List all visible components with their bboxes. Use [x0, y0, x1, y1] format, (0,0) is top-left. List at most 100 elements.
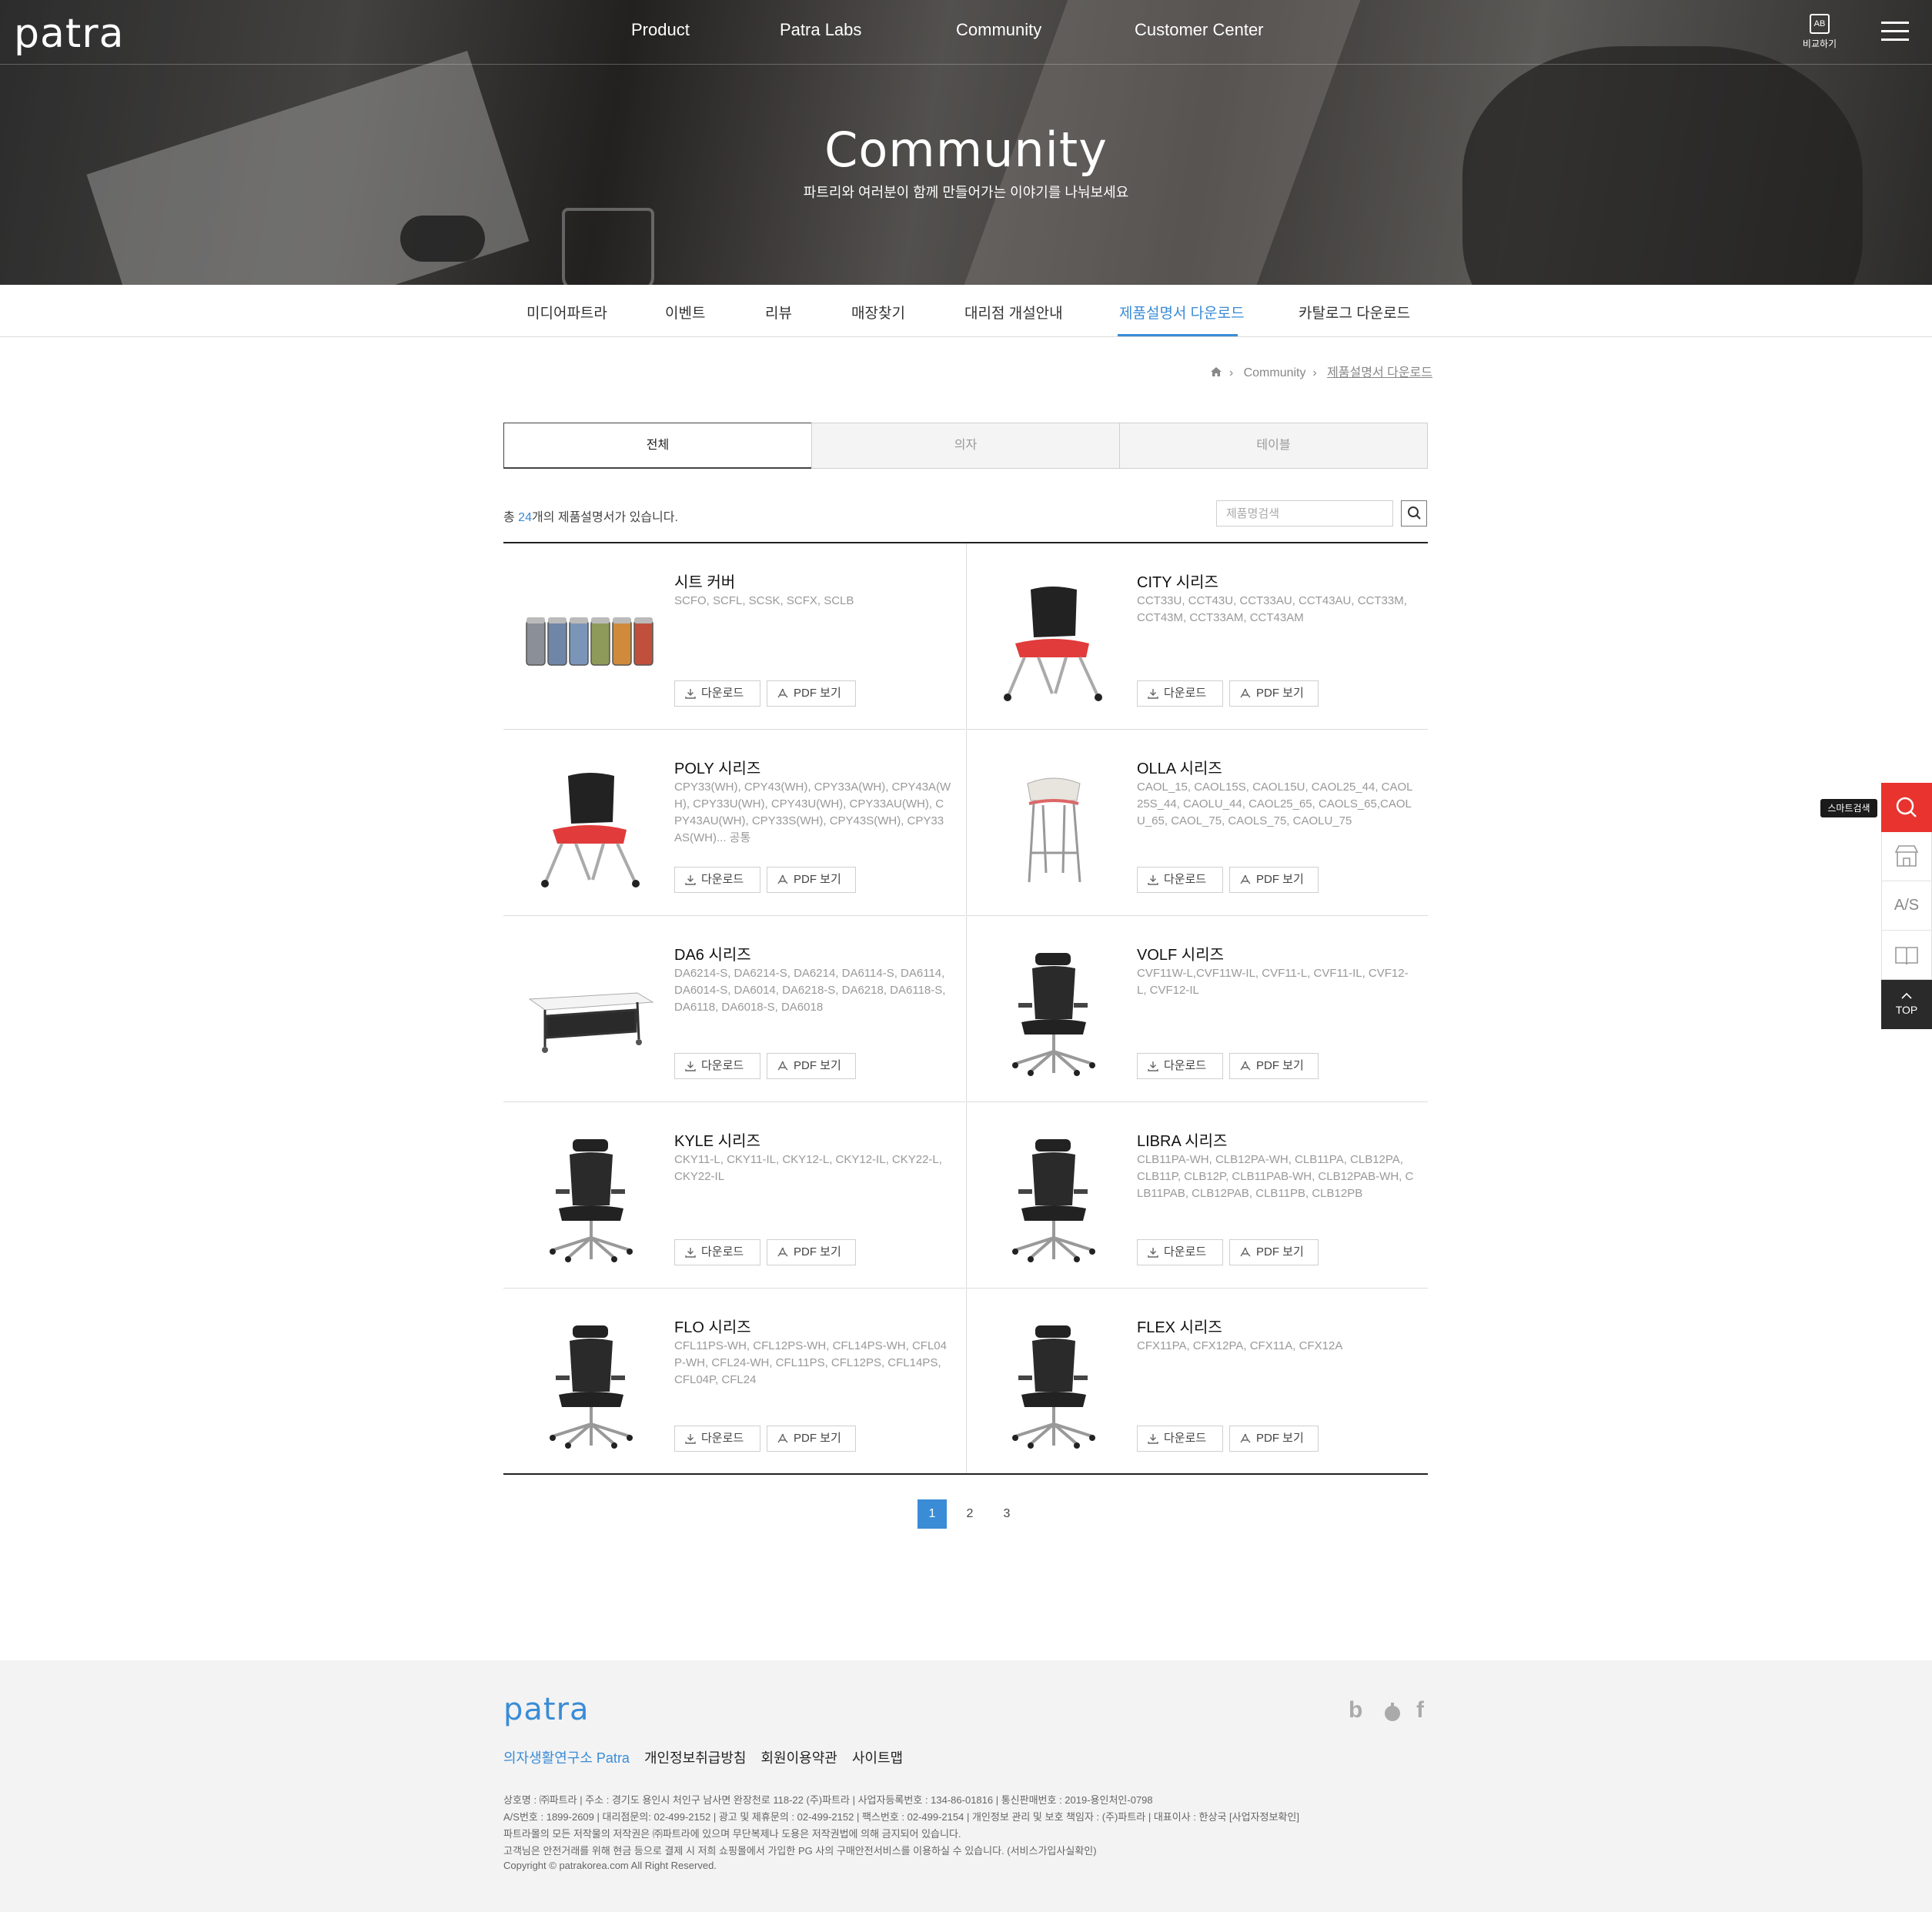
page-subtitle: 파트리와 여러분이 함께 만들어가는 이야기를 나눠보세요 — [803, 185, 1129, 200]
office-chair-image[interactable] — [984, 939, 1120, 1078]
nav-customer-center[interactable]: Customer Center — [1135, 20, 1264, 40]
product-search-input[interactable] — [1216, 500, 1393, 526]
pdf-view-button[interactable]: PDF 보기 — [767, 1053, 856, 1079]
office-chair-image[interactable] — [984, 1312, 1120, 1450]
top-navbar: patra Product Patra Labs Community Custo… — [0, 0, 1932, 65]
product-models: CPY33(WH), CPY43(WH), CPY33A(WH), CPY43A… — [674, 781, 951, 844]
seat-cover-image[interactable] — [522, 567, 657, 705]
download-button[interactable]: 다운로드 — [1137, 680, 1223, 707]
smart-search-button[interactable] — [1881, 783, 1932, 832]
product-name[interactable]: FLO 시리즈 — [674, 1315, 751, 1337]
product-card: KYLE 시리즈 CKY11-L, CKY11-IL, CKY12-L, CKY1… — [503, 1102, 965, 1289]
product-name[interactable]: DA6 시리즈 — [674, 942, 751, 964]
store-icon — [1894, 845, 1919, 867]
pdf-view-button[interactable]: PDF 보기 — [767, 867, 856, 893]
product-name[interactable]: POLY 시리즈 — [674, 756, 760, 778]
download-icon — [685, 689, 696, 699]
nav-community[interactable]: Community — [956, 20, 1041, 40]
nav-patra-labs[interactable]: Patra Labs — [780, 20, 861, 40]
product-name[interactable]: VOLF 시리즈 — [1137, 942, 1224, 964]
footer-link-sitemap[interactable]: 사이트맵 — [852, 1750, 903, 1766]
download-button[interactable]: 다운로드 — [674, 1053, 760, 1079]
product-name[interactable]: KYLE 시리즈 — [674, 1128, 760, 1151]
chair-image[interactable] — [984, 567, 1120, 705]
product-models: CFX11PA, CFX12PA, CFX11A, CFX12A — [1137, 1339, 1343, 1352]
search-icon — [1408, 506, 1421, 520]
page-2[interactable]: 2 — [955, 1499, 984, 1529]
footer-link-privacy[interactable]: 개인정보취급방침 — [644, 1750, 746, 1766]
home-icon[interactable] — [1210, 366, 1222, 377]
download-button[interactable]: 다운로드 — [674, 1239, 760, 1265]
download-icon — [1148, 689, 1158, 699]
search-button[interactable] — [1401, 500, 1427, 526]
blog-icon[interactable]: b — [1349, 1697, 1362, 1723]
logo[interactable]: patra — [14, 11, 125, 57]
as-button[interactable]: A/S — [1881, 881, 1932, 931]
pdf-view-button[interactable]: PDF 보기 — [767, 680, 856, 707]
product-models: CFL11PS-WH, CFL12PS-WH, CFL14PS-WH, CFL0… — [674, 1339, 947, 1386]
book-icon — [1895, 947, 1918, 965]
result-count: 총 24개의 제품설명서가 있습니다. — [503, 511, 678, 524]
download-button[interactable]: 다운로드 — [674, 1426, 760, 1452]
filter-tab-all[interactable]: 전체 — [503, 423, 812, 469]
pdf-view-button[interactable]: PDF 보기 — [767, 1239, 856, 1265]
pdf-view-button[interactable]: PDF 보기 — [1229, 867, 1319, 893]
tab-event[interactable]: 이벤트 — [665, 302, 705, 323]
tab-store-finder[interactable]: 매장찾기 — [851, 302, 905, 323]
tab-manual-download[interactable]: 제품설명서 다운로드 — [1119, 302, 1245, 323]
pdf-icon — [777, 688, 788, 698]
product-name[interactable]: CITY 시리즈 — [1137, 570, 1218, 592]
footer-link-brand[interactable]: 의자생활연구소 Patra — [503, 1750, 630, 1766]
stool-image[interactable] — [984, 753, 1120, 891]
tab-media-patra[interactable]: 미디어파트라 — [526, 302, 607, 323]
compare-label: 비교하기 — [1802, 38, 1837, 49]
filter-tab-chair[interactable]: 의자 — [811, 423, 1120, 469]
page-1[interactable]: 1 — [918, 1499, 947, 1529]
pdf-view-button[interactable]: PDF 보기 — [1229, 680, 1319, 707]
active-tab-indicator — [1118, 334, 1238, 336]
footer-link-terms[interactable]: 회원이용약관 — [760, 1750, 837, 1766]
product-models: DA6214-S, DA6214-S, DA6214, DA6114-S, DA… — [674, 967, 946, 1014]
download-button[interactable]: 다운로드 — [1137, 1426, 1223, 1452]
pdf-icon — [1240, 1433, 1251, 1443]
tab-review[interactable]: 리뷰 — [765, 302, 792, 323]
download-button[interactable]: 다운로드 — [674, 680, 760, 707]
breadcrumb-current[interactable]: 제품설명서 다운로드 — [1327, 366, 1432, 379]
download-button[interactable]: 다운로드 — [1137, 1239, 1223, 1265]
kakao-story-icon[interactable] — [1382, 1701, 1403, 1726]
catalog-button[interactable] — [1881, 931, 1932, 980]
compare-button[interactable]: AB 비교하기 — [1798, 14, 1841, 50]
facebook-icon[interactable]: f — [1416, 1697, 1424, 1723]
product-card: LIBRA 시리즈 CLB11PA-WH, CLB12PA-WH, CLB11PA… — [966, 1102, 1428, 1289]
product-card: OLLA 시리즈 CAOL_15, CAOL15S, CAOL15U, CAOL2… — [966, 730, 1428, 916]
store-button[interactable] — [1881, 832, 1932, 881]
footer-logo[interactable]: patra — [503, 1692, 590, 1727]
product-name[interactable]: FLEX 시리즈 — [1137, 1315, 1222, 1337]
office-chair-image[interactable] — [522, 1125, 657, 1264]
product-name[interactable]: LIBRA 시리즈 — [1137, 1128, 1227, 1151]
pdf-view-button[interactable]: PDF 보기 — [1229, 1053, 1319, 1079]
tab-dealer-guide[interactable]: 대리점 개설안내 — [964, 302, 1063, 323]
product-name[interactable]: 시트 커버 — [674, 570, 735, 592]
page-3[interactable]: 3 — [992, 1499, 1021, 1529]
download-button[interactable]: 다운로드 — [1137, 867, 1223, 893]
download-button[interactable]: 다운로드 — [674, 867, 760, 893]
breadcrumb-section[interactable]: Community — [1244, 366, 1306, 379]
footer-info-line: A/S번호 : 1899-2609 | 대리점문의: 02-499-2152 |… — [503, 1811, 1299, 1823]
pdf-icon — [1240, 1061, 1251, 1071]
top-button[interactable]: TOP — [1881, 980, 1932, 1029]
table-image[interactable] — [522, 939, 657, 1078]
chair-image[interactable] — [522, 753, 657, 891]
pdf-view-button[interactable]: PDF 보기 — [1229, 1426, 1319, 1452]
footer-info-line: 고객님은 안전거래를 위해 현금 등으로 결제 시 저희 쇼핑몰에서 가입한 P… — [503, 1845, 1097, 1857]
office-chair-image[interactable] — [522, 1312, 657, 1450]
menu-icon[interactable] — [1881, 22, 1909, 43]
pdf-view-button[interactable]: PDF 보기 — [767, 1426, 856, 1452]
product-name[interactable]: OLLA 시리즈 — [1137, 756, 1222, 778]
nav-product[interactable]: Product — [631, 20, 690, 40]
pdf-view-button[interactable]: PDF 보기 — [1229, 1239, 1319, 1265]
download-button[interactable]: 다운로드 — [1137, 1053, 1223, 1079]
filter-tab-table[interactable]: 테이블 — [1119, 423, 1428, 469]
tab-catalog-download[interactable]: 카탈로그 다운로드 — [1299, 302, 1410, 323]
office-chair-image[interactable] — [984, 1125, 1120, 1264]
